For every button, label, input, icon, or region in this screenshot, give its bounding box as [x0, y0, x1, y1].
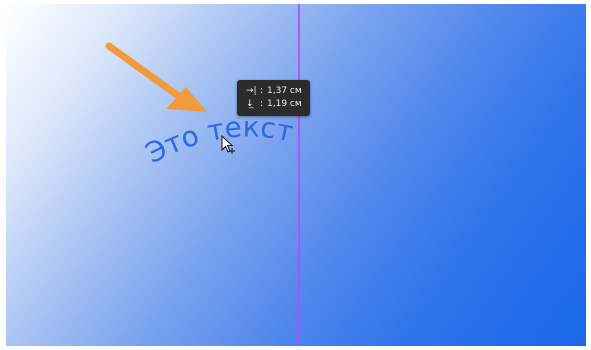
horizontal-distance-row: →| : 1,37 см	[246, 84, 310, 97]
move-cursor-icon	[221, 135, 235, 154]
curved-text-content: Это текст	[140, 110, 296, 170]
curved-text-layer[interactable]: Это текст	[6, 4, 586, 346]
indent-vertical-icon: ↓̲	[246, 98, 254, 109]
vertical-distance-value: 1,19 см	[267, 98, 302, 109]
document-canvas[interactable]: Это текст	[6, 4, 586, 346]
curved-text-path: Это текст	[140, 110, 296, 170]
screenshot-frame: Это текст →| : 1,37 см ↓̲ : 1,19 см	[0, 0, 591, 350]
indent-horizontal-icon: →|	[246, 85, 257, 96]
tooltip-colon: :	[260, 98, 264, 109]
measurement-tooltip: →| : 1,37 см ↓̲ : 1,19 см	[237, 80, 310, 116]
tooltip-colon: :	[260, 85, 264, 96]
vertical-distance-row: ↓̲ : 1,19 см	[246, 97, 310, 110]
horizontal-distance-value: 1,37 см	[267, 85, 302, 96]
